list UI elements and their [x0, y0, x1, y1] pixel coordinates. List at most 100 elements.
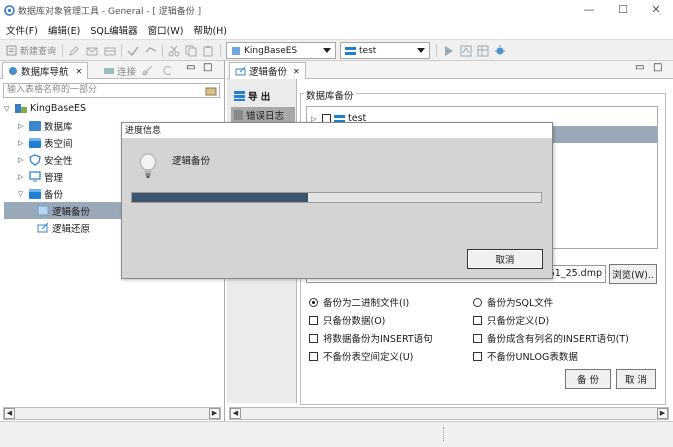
kingbase-icon [15, 104, 27, 113]
checkbox-as-insert[interactable]: 将数据备份为INSERT语句 [309, 331, 433, 345]
connect-button[interactable]: 连接 [104, 64, 136, 78]
paste-icon[interactable] [202, 45, 214, 57]
tree-root-label: KingBaseES [30, 103, 87, 114]
connect-icon [104, 68, 114, 74]
chevron-down-icon[interactable]: ▽ [18, 190, 26, 198]
checkbox-only-definition[interactable]: 只备份定义(D) [473, 313, 549, 327]
toolbar-divider [62, 44, 63, 57]
edit-icon[interactable] [68, 45, 80, 57]
scroll-right-icon[interactable]: ▶ [209, 408, 220, 419]
database-select[interactable]: test [340, 42, 430, 59]
new-query-button[interactable]: 新建查询 [6, 43, 56, 58]
tree-root[interactable]: ▽ KingBaseES [4, 100, 86, 117]
menu-edit[interactable]: 编辑(E) [48, 23, 80, 37]
navigator-horizontal-scrollbar[interactable]: ◀ ▶ [3, 407, 221, 420]
chevron-down-icon[interactable]: ▽ [4, 105, 12, 113]
checkbox-no-tablespace-control[interactable] [309, 351, 318, 361]
tree-item-backup[interactable]: ▽ 备份 [18, 185, 63, 202]
side-tab-export-label: 导 出 [248, 91, 271, 103]
minimize-view-icon[interactable]: ▭ [635, 62, 644, 73]
radio-sql-file-control[interactable] [473, 297, 482, 307]
progress-dialog-body: 逻辑备份 取消 [122, 139, 552, 278]
explain-icon[interactable] [460, 45, 472, 57]
close-tab-icon[interactable]: ✕ [76, 67, 83, 76]
close-tab-icon[interactable]: ✕ [293, 67, 300, 76]
menu-window[interactable]: 窗口(W) [148, 23, 184, 37]
editor-horizontal-scrollbar[interactable]: ◀ ▶ [229, 407, 669, 420]
checkbox-no-unlog[interactable]: 不备份UNLOG表数据 [473, 349, 578, 363]
minimize-button[interactable]: — [574, 2, 604, 18]
maximize-view-icon[interactable]: □ [653, 62, 662, 73]
chevron-right-icon[interactable]: ▷ [18, 139, 26, 147]
tree-item-security[interactable]: ▷ 安全性 [18, 151, 73, 168]
filter-config-icon[interactable] [205, 85, 217, 96]
maximize-view-icon[interactable]: □ [203, 62, 212, 73]
tree-item-logical-backup[interactable]: 逻辑备份 [4, 202, 122, 219]
backup-icon [37, 205, 49, 216]
tab-database-navigator[interactable]: 数据库导航 ✕ [2, 62, 89, 79]
run-icon[interactable] [443, 45, 455, 57]
connect-label: 连接 [117, 67, 137, 78]
menu-sql-editor[interactable]: SQL编辑器 [90, 23, 137, 37]
side-tab-error-log-label: 错误日志 [246, 110, 285, 122]
radio-binary-file[interactable]: 备份为二进制文件(I) [309, 295, 409, 309]
toolbar-divider [162, 44, 163, 57]
checkbox-as-insert-label: 将数据备份为INSERT语句 [323, 334, 433, 345]
tree-item-tablespace[interactable]: ▷ 表空间 [18, 134, 73, 151]
chevron-right-icon[interactable]: ▷ [18, 122, 26, 130]
new-query-icon [6, 45, 17, 56]
maximize-button[interactable]: ☐ [608, 2, 638, 18]
progress-cancel-button[interactable]: 取消 [467, 249, 543, 269]
backup-button-label: 备 份 [576, 375, 600, 386]
refresh-icon[interactable] [162, 65, 173, 76]
progress-cancel-button-label: 取消 [495, 255, 515, 266]
scroll-left-icon[interactable]: ◀ [230, 408, 241, 419]
scroll-left-icon[interactable]: ◀ [4, 408, 15, 419]
tree-item-database[interactable]: ▷ 数据库 [18, 117, 73, 134]
debug-icon[interactable] [494, 44, 506, 57]
checkbox-no-unlog-label: 不备份UNLOG表数据 [487, 352, 578, 363]
checkbox-column-insert[interactable]: 备份成含有列名的INSERT语句(T) [473, 331, 629, 345]
minimize-view-icon[interactable]: ▭ [186, 62, 195, 73]
chevron-right-icon[interactable]: ▷ [18, 173, 26, 181]
checkbox-no-unlog-control[interactable] [473, 351, 482, 361]
navigator-icon [9, 67, 17, 75]
grid-icon[interactable] [477, 45, 489, 57]
close-button[interactable]: ✕ [641, 2, 671, 18]
restore-icon [37, 222, 49, 233]
menu-help[interactable]: 帮助(H) [193, 23, 227, 37]
tab-logical-backup[interactable]: 逻辑备份 ✕ [229, 62, 306, 79]
checkbox-no-tablespace[interactable]: 不备份表空间定义(U) [309, 349, 413, 363]
checkbox-only-data-control[interactable] [309, 315, 318, 325]
backup-button[interactable]: 备 份 [565, 369, 611, 389]
mail-icon[interactable] [86, 45, 98, 57]
tree-item-admin[interactable]: ▷ 管理 [18, 168, 63, 185]
checkbox-only-data[interactable]: 只备份数据(O) [309, 313, 385, 327]
cut-icon[interactable] [168, 45, 180, 57]
copy-icon[interactable] [185, 45, 197, 57]
mail-open-icon[interactable] [104, 45, 116, 57]
scroll-right-icon[interactable]: ▶ [657, 408, 668, 419]
progress-bar [131, 192, 542, 203]
disconnect-icon[interactable] [142, 65, 153, 76]
rollback-icon[interactable] [145, 45, 157, 57]
checkbox-as-insert-control[interactable] [309, 333, 318, 343]
checkbox-only-definition-control[interactable] [473, 315, 482, 325]
chevron-right-icon[interactable]: ▷ [18, 156, 26, 164]
browse-button[interactable]: 浏览(W).. [609, 264, 657, 284]
table-filter-input[interactable]: 输入表格名称的一部分 [3, 83, 220, 98]
radio-binary-file-control[interactable] [309, 297, 318, 307]
commit-icon[interactable] [127, 45, 139, 57]
folder-icon [29, 188, 41, 199]
cancel-button[interactable]: 取 消 [616, 369, 656, 389]
checkbox-column-insert-control[interactable] [473, 333, 482, 343]
side-tab-error-log[interactable]: 错误日志 [231, 107, 295, 122]
radio-sql-file[interactable]: 备份为SQL文件 [473, 295, 553, 309]
tree-item-logical-restore[interactable]: 逻辑还原 [37, 219, 90, 236]
side-tab-export[interactable]: 导 出 [231, 88, 295, 103]
app-icon [4, 5, 15, 16]
connection-select[interactable]: KingBaseES [226, 42, 336, 59]
menu-file[interactable]: 文件(F) [6, 23, 38, 37]
menu-bar: 文件(F) 编辑(E) SQL编辑器 窗口(W) 帮助(H) [0, 21, 673, 39]
status-bar [0, 421, 673, 447]
